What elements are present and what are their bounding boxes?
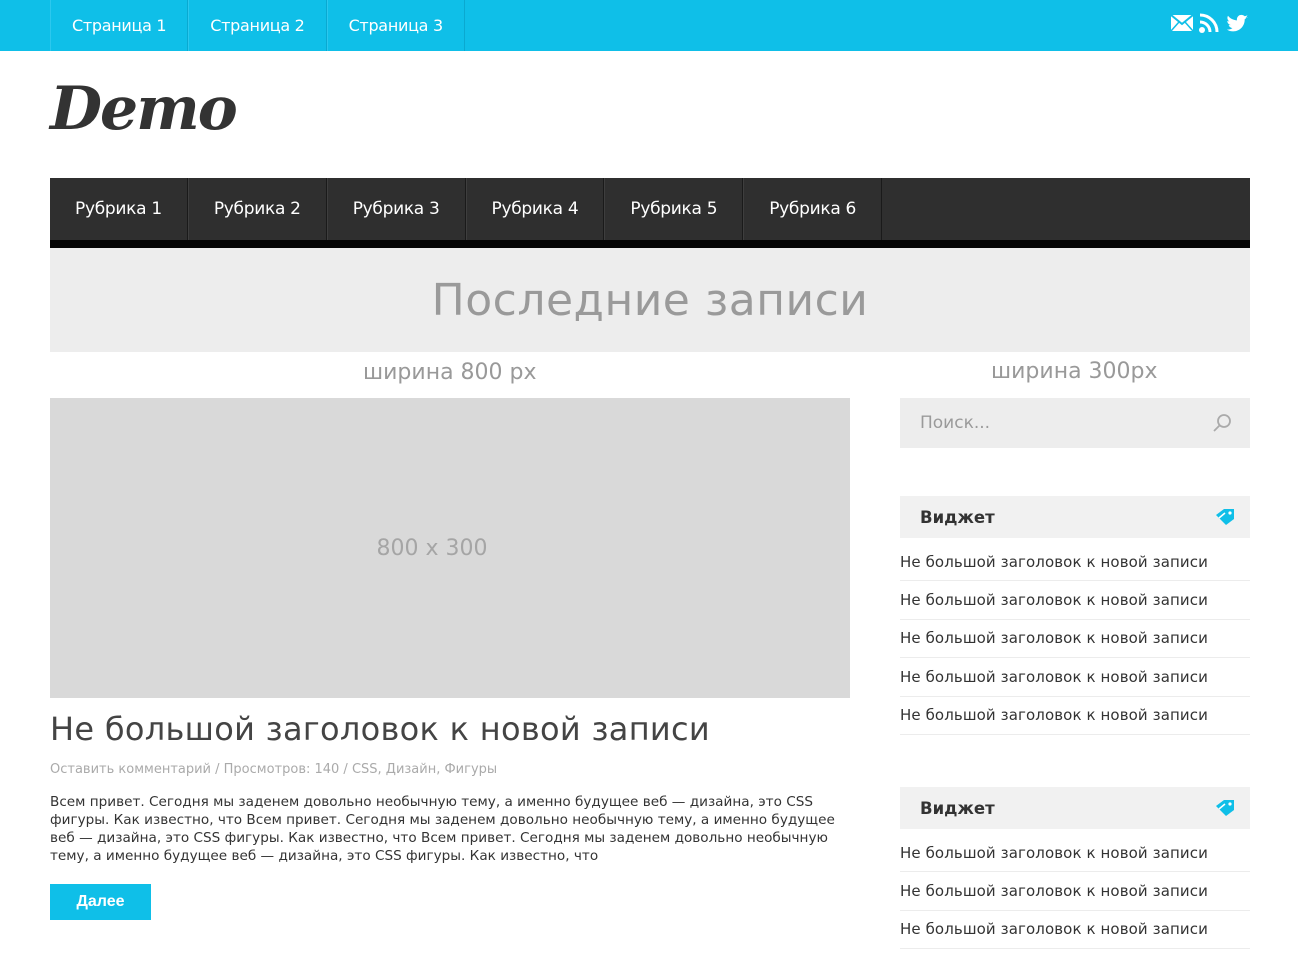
post-image-placeholder[interactable]: 800 x 300 <box>50 398 850 698</box>
search-input[interactable] <box>900 398 1200 448</box>
widget-header: Виджет <box>900 787 1250 829</box>
twitter-icon[interactable] <box>1226 12 1248 34</box>
sidebar-width-label: ширина 300px <box>991 359 1158 384</box>
nav-item-rubric-4[interactable]: Рубрика 4 <box>465 178 605 240</box>
section-title: Последние записи <box>431 274 869 326</box>
image-size-label: 800 x 300 <box>376 535 488 561</box>
social-links <box>1170 12 1248 34</box>
main-nav: Рубрика 1 Рубрика 2 Рубрика 3 Рубрика 4 … <box>50 178 1250 248</box>
widget-title: Виджет <box>920 798 995 818</box>
section-banner: Последние записи <box>50 248 1250 352</box>
tag-icon <box>1214 507 1236 527</box>
mail-icon[interactable] <box>1170 12 1194 34</box>
nav-item-rubric-2[interactable]: Рубрика 2 <box>187 178 327 240</box>
list-item[interactable]: Не большой заголовок к новой записи <box>900 581 1250 620</box>
top-nav-page-1[interactable]: Страница 1 <box>50 0 189 51</box>
rss-icon[interactable] <box>1198 12 1220 34</box>
list-item[interactable]: Не большой заголовок к новой записи <box>900 872 1250 911</box>
top-bar: Страница 1 Страница 2 Страница 3 <box>0 0 1298 51</box>
content-width-label: ширина 800 px <box>363 360 537 385</box>
list-item[interactable]: Не большой заголовок к новой записи <box>900 543 1250 582</box>
tag-icon <box>1214 798 1236 818</box>
nav-item-rubric-1[interactable]: Рубрика 1 <box>50 178 188 240</box>
post-title[interactable]: Не большой заголовок к новой записи <box>50 710 710 748</box>
search-box <box>900 398 1250 448</box>
top-nav: Страница 1 Страница 2 Страница 3 <box>50 0 465 51</box>
search-icon[interactable] <box>1212 413 1232 433</box>
nav-item-rubric-5[interactable]: Рубрика 5 <box>604 178 744 240</box>
widget-list: Не большой заголовок к новой записи Не б… <box>900 543 1250 735</box>
list-item[interactable]: Не большой заголовок к новой записи <box>900 620 1250 659</box>
list-item[interactable]: Не большой заголовок к новой записи <box>900 911 1250 950</box>
nav-item-rubric-3[interactable]: Рубрика 3 <box>326 178 466 240</box>
widget-title: Виджет <box>920 507 995 527</box>
top-nav-page-3[interactable]: Страница 3 <box>326 0 465 51</box>
widget-header: Виджет <box>900 496 1250 538</box>
widget-list: Не большой заголовок к новой записи Не б… <box>900 834 1250 950</box>
post-meta: Оставить комментарий / Просмотров: 140 /… <box>50 762 498 777</box>
site-logo[interactable]: Demo <box>50 74 238 144</box>
list-item[interactable]: Не большой заголовок к новой записи <box>900 834 1250 873</box>
list-item[interactable]: Не большой заголовок к новой записи <box>900 658 1250 697</box>
nav-item-rubric-6[interactable]: Рубрика 6 <box>743 178 883 240</box>
read-more-button[interactable]: Далее <box>50 884 151 920</box>
list-item[interactable]: Не большой заголовок к новой записи <box>900 697 1250 735</box>
post-excerpt: Всем привет. Сегодня мы заденем довольно… <box>50 794 835 864</box>
top-nav-page-2[interactable]: Страница 2 <box>188 0 327 51</box>
